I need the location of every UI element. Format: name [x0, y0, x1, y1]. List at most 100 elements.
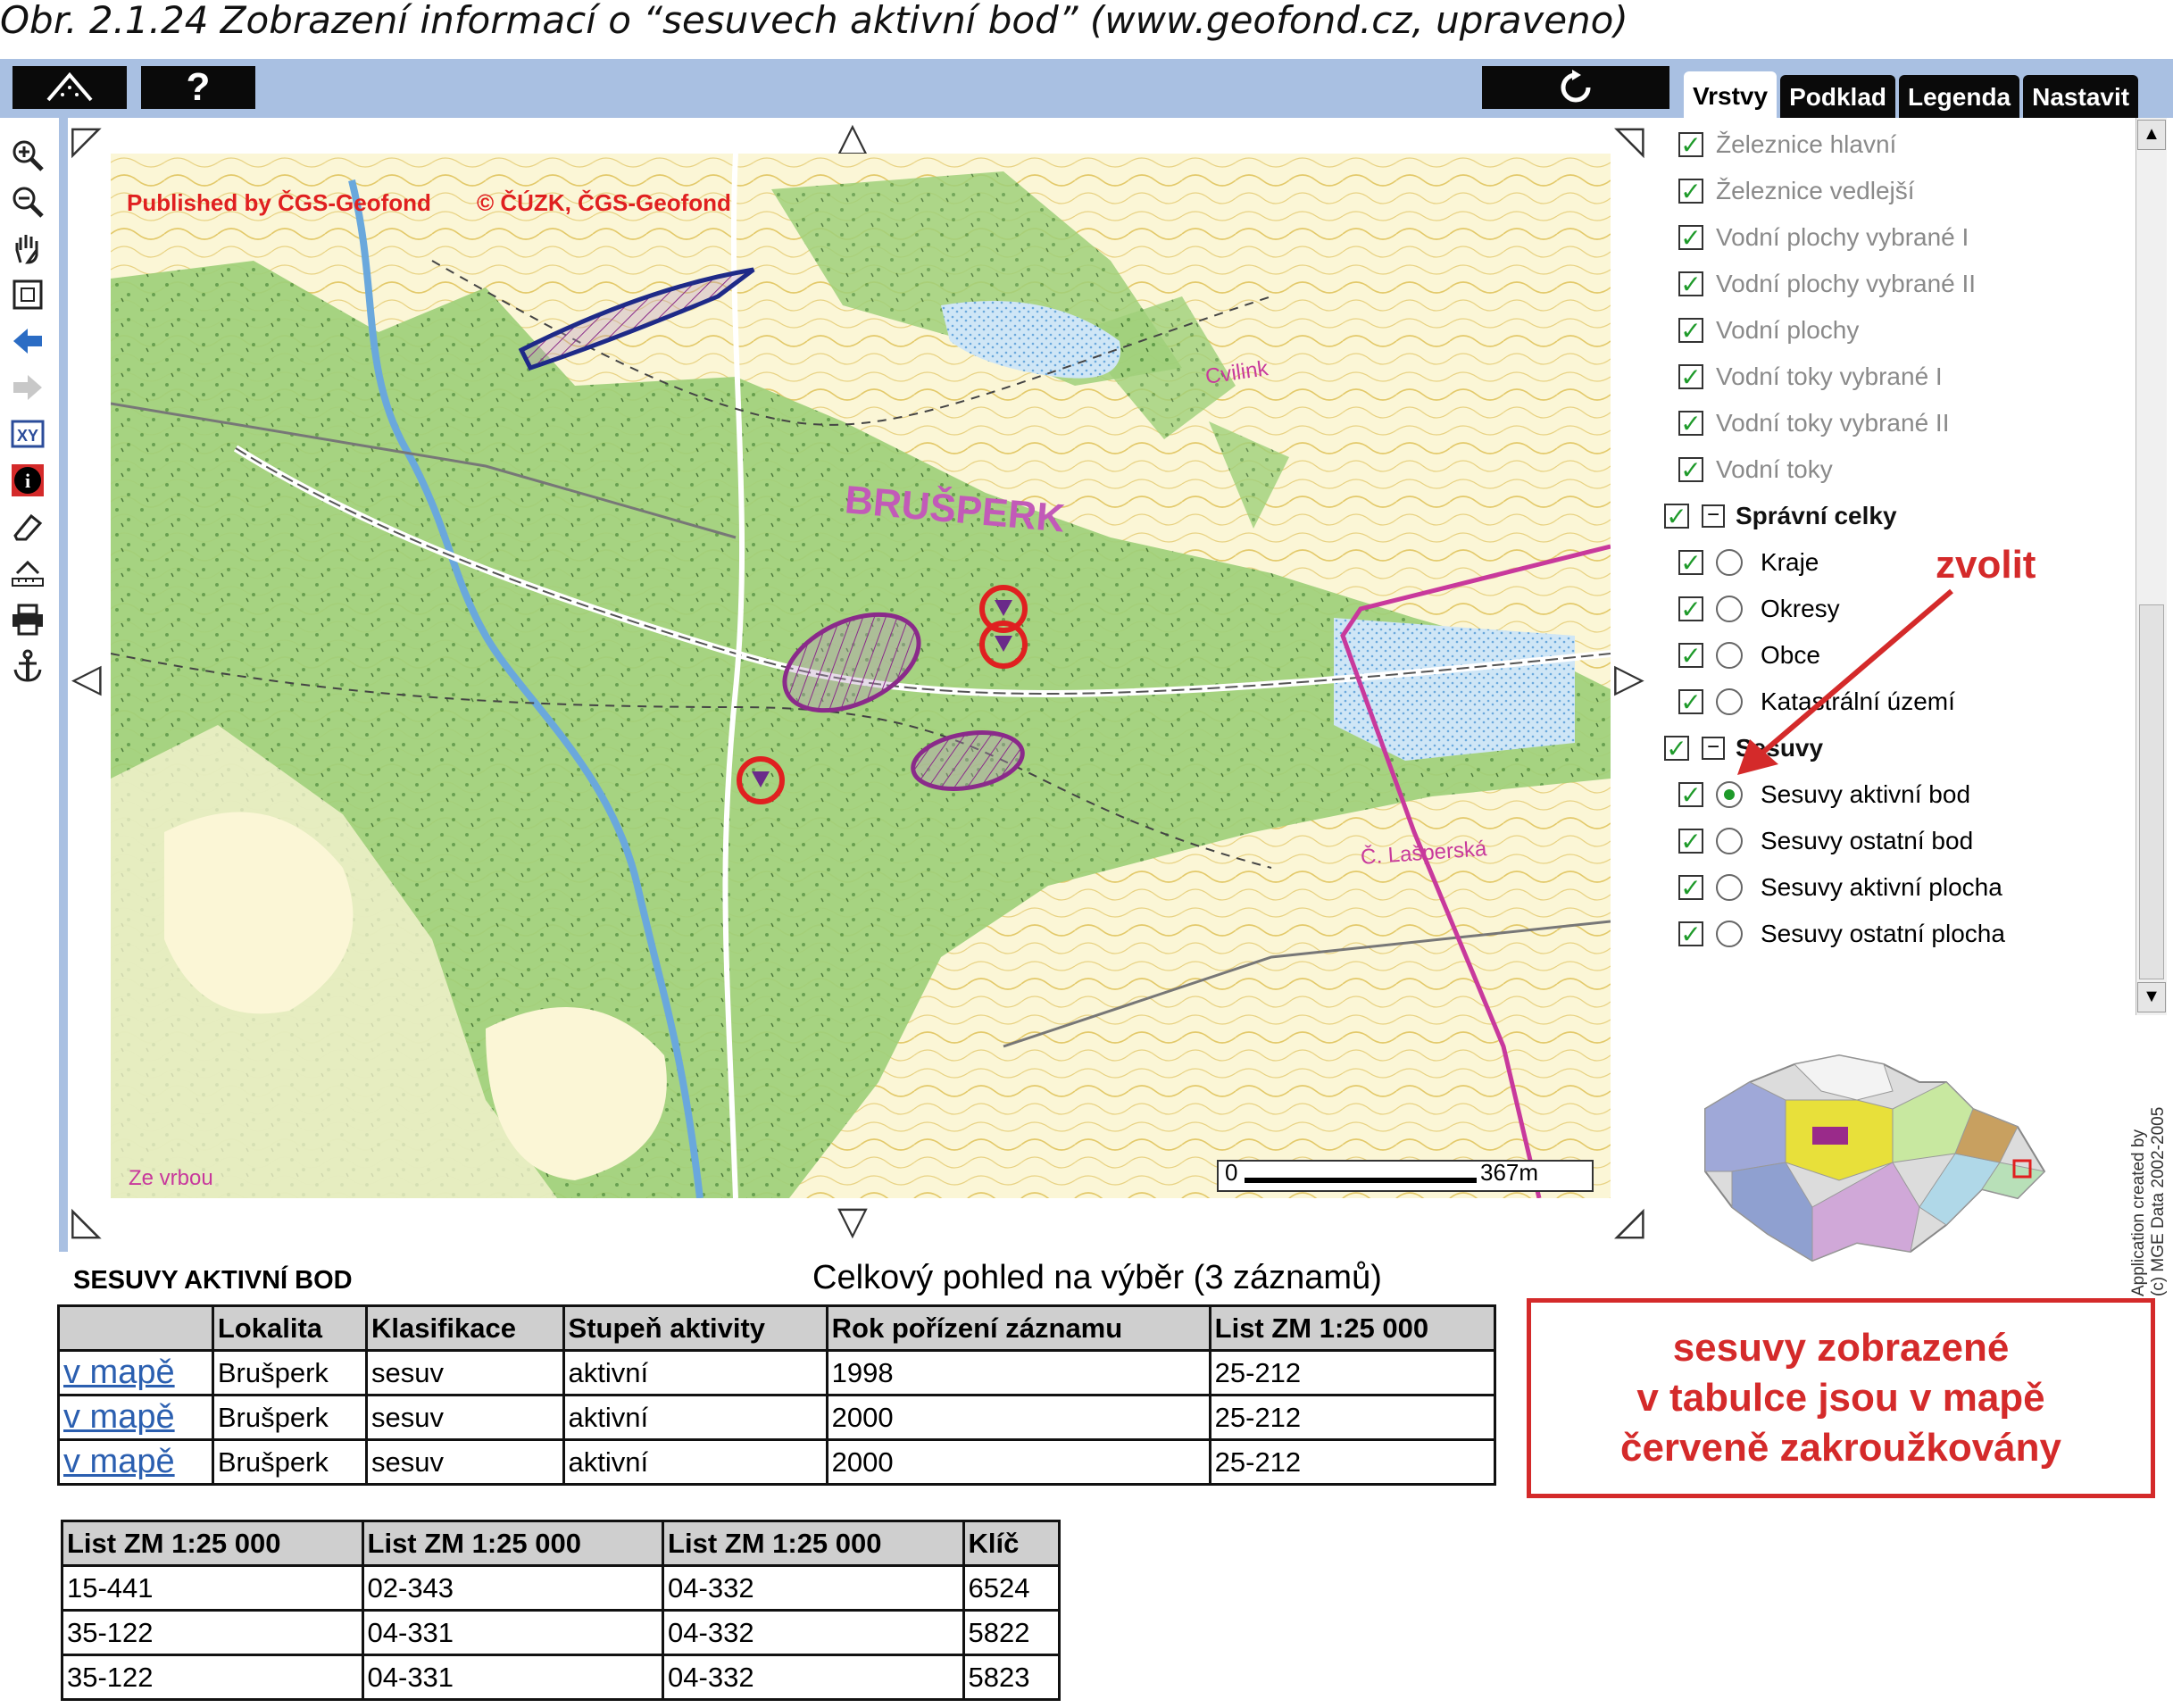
pan-hand-icon[interactable] [7, 229, 48, 268]
annotation-note: sesuvy zobrazené v tabulce jsou v mapě č… [1527, 1298, 2155, 1498]
pan-southeast-icon[interactable]: ◿ [1614, 1202, 1644, 1241]
column-header: Lokalita [211, 1304, 369, 1352]
xy-coordinates-icon[interactable]: XY [7, 414, 48, 454]
layer-checkbox[interactable]: ✓ [1678, 596, 1703, 623]
pan-west-icon[interactable]: ◁ [71, 659, 102, 698]
map-sheet-table: List ZM 1:25 000 List ZM 1:25 000 List ZM … [61, 1520, 1062, 1701]
tab-vrstvy[interactable]: Vrstvy [1684, 71, 1778, 118]
layer-checkbox[interactable]: ✓ [1678, 781, 1703, 809]
pan-east-icon[interactable]: ▷ [1614, 659, 1644, 698]
layer-checkbox[interactable]: ✓ [1664, 503, 1689, 530]
annotation-arrow [1737, 588, 1953, 775]
show-in-map-link[interactable]: v mapě [63, 1398, 175, 1436]
pan-northeast-icon[interactable]: ◹ [1614, 121, 1644, 161]
layer-checkbox[interactable]: ✓ [1678, 874, 1703, 902]
help-button[interactable]: ? [141, 65, 255, 109]
refresh-button[interactable] [1482, 66, 1669, 109]
column-header: Stupeň aktivity [562, 1304, 828, 1352]
layer-row: ✓ Vodní toky vybrané I [1678, 354, 1943, 400]
table-row: v mapě Brušperk sesuv aktivní 2000 25-212 [57, 1438, 1497, 1486]
table-cell: 6524 [962, 1564, 1062, 1612]
layer-checkbox[interactable]: ✓ [1678, 921, 1703, 948]
layer-label: Vodní plochy [1716, 316, 1860, 344]
table-cell: 04-332 [662, 1609, 965, 1656]
refresh-icon [1561, 70, 1591, 103]
layer-row: ✓ Vodní toky [1678, 446, 1833, 493]
layer-checkbox[interactable]: ✓ [1678, 271, 1703, 298]
pan-northwest-icon[interactable]: ◸ [71, 121, 102, 161]
layer-label: Kraje [1761, 548, 1819, 576]
table-cell: 25-212 [1208, 1349, 1497, 1396]
print-icon[interactable] [7, 600, 48, 639]
pan-north-icon[interactable]: △ [837, 118, 868, 157]
table-cell: Brušperk [211, 1394, 369, 1441]
tab-nastavit[interactable]: Nastavit [2023, 75, 2139, 118]
scroll-down-icon[interactable]: ▼ [2137, 982, 2166, 1012]
svg-text:i: i [25, 470, 30, 492]
full-extent-icon[interactable] [7, 275, 48, 314]
map-publisher-text: Published by ČGS-Geofond [127, 189, 431, 216]
layer-row: ✓ Sesuvy aktivní plocha [1678, 864, 2002, 911]
tab-legenda[interactable]: Legenda [1899, 75, 2020, 118]
layer-checkbox[interactable]: ✓ [1678, 549, 1703, 577]
table-row: v mapě Brušperk sesuv aktivní 2000 25-212 [57, 1394, 1497, 1441]
measure-icon [46, 71, 93, 102]
table-cell: 25-212 [1208, 1394, 1497, 1441]
layer-checkbox[interactable]: ✓ [1678, 456, 1703, 484]
table-cell: aktivní [562, 1394, 828, 1441]
scrollbar-thumb[interactable] [2139, 604, 2164, 979]
column-header: List ZM 1:25 000 [361, 1520, 665, 1567]
layer-checkbox[interactable]: ✓ [1678, 178, 1703, 205]
table-cell: 2000 [825, 1394, 1211, 1441]
note-line: červeně zakroužkovány [1619, 1426, 2062, 1470]
scale-bar-end: 367m [1480, 1159, 1539, 1186]
map-copyright-text: © ČÚZK, ČGS-Geofond [477, 189, 731, 216]
layer-checkbox[interactable]: ✓ [1678, 688, 1703, 716]
layer-checkbox[interactable]: ✓ [1678, 828, 1703, 855]
back-arrow-icon[interactable] [7, 321, 48, 361]
layer-checkbox[interactable]: ✓ [1678, 363, 1703, 391]
layer-checkbox[interactable]: ✓ [1678, 224, 1703, 252]
layer-radio[interactable] [1716, 549, 1743, 576]
pan-south-icon[interactable]: ▽ [837, 1202, 868, 1241]
layer-checkbox[interactable]: ✓ [1678, 317, 1703, 345]
show-in-map-link[interactable]: v mapě [63, 1443, 175, 1480]
eraser-icon[interactable] [7, 507, 48, 546]
forward-arrow-icon[interactable] [7, 368, 48, 407]
scroll-up-icon[interactable]: ▲ [2137, 120, 2166, 150]
layer-checkbox[interactable]: ✓ [1678, 131, 1703, 159]
column-header [57, 1304, 214, 1352]
collapse-group-icon[interactable]: − [1702, 737, 1725, 760]
collapse-group-icon[interactable]: − [1702, 504, 1725, 528]
layer-row: ✓ Kraje [1678, 539, 1819, 586]
layer-radio[interactable] [1716, 828, 1743, 854]
map-canvas[interactable]: Published by ČGS-Geofond © ČÚZK, ČGS-Geo… [111, 154, 1611, 1198]
table-cell: 04-332 [662, 1654, 965, 1701]
figure-caption: Obr. 2.1.24 Zobrazení informací o “sesuv… [0, 0, 1628, 42]
table-cell: aktivní [562, 1438, 828, 1486]
zoom-out-icon[interactable] [7, 182, 48, 221]
measure-button[interactable] [12, 66, 127, 109]
tab-podklad[interactable]: Podklad [1780, 75, 1895, 118]
layer-checkbox[interactable]: ✓ [1678, 642, 1703, 670]
show-in-map-link[interactable]: v mapě [63, 1354, 175, 1391]
credit-line: Application created by [2129, 1129, 2148, 1296]
info-icon[interactable]: i [7, 461, 48, 500]
zoom-in-icon[interactable] [7, 136, 48, 175]
measure-icon[interactable] [7, 554, 48, 593]
layer-label: Vodní toky vybrané II [1716, 409, 1950, 437]
table-row: 35-122 04-331 04-332 5822 [61, 1609, 1062, 1656]
layer-radio[interactable] [1716, 921, 1743, 947]
anchor-icon[interactable] [7, 646, 48, 686]
layer-list-scrollbar[interactable]: ▲ ▼ [2136, 118, 2167, 1015]
pan-southwest-icon[interactable]: ◺ [71, 1202, 102, 1241]
overview-map[interactable] [1678, 1029, 2062, 1296]
layer-radio[interactable] [1716, 874, 1743, 901]
layer-checkbox[interactable]: ✓ [1678, 410, 1703, 437]
layer-row: ✓ Vodní toky vybrané II [1678, 400, 1950, 446]
layer-row: ✓ Vodní plochy vybrané II [1678, 261, 1976, 307]
table-cell: 25-212 [1208, 1438, 1497, 1486]
table-cell: sesuv [365, 1438, 565, 1486]
table-row: 35-122 04-331 04-332 5823 [61, 1654, 1062, 1701]
layer-checkbox[interactable]: ✓ [1664, 735, 1689, 762]
